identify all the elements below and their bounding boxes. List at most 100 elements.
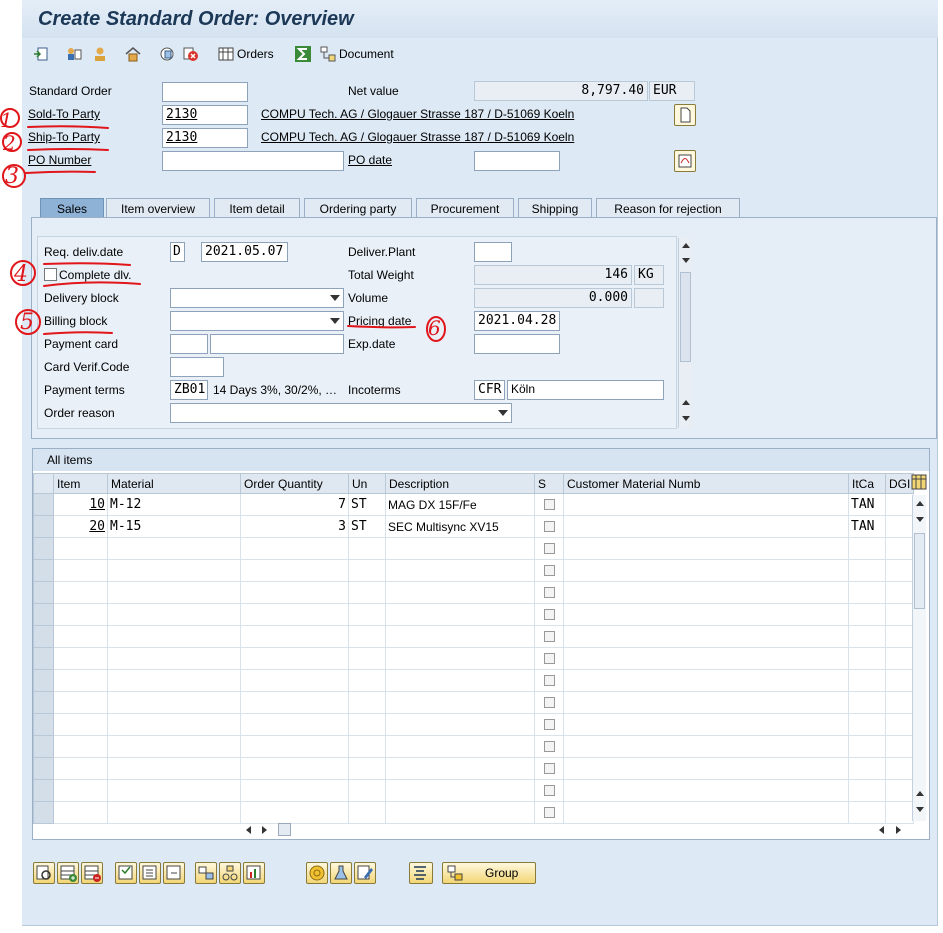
material-cell[interactable] — [107, 625, 241, 648]
dgi-cell[interactable] — [884, 713, 915, 736]
material-cell[interactable]: M-12 — [107, 493, 241, 516]
schedule-lines-button[interactable] — [243, 862, 265, 884]
select-block-button[interactable] — [139, 862, 161, 884]
customer-material-cell[interactable] — [563, 559, 849, 582]
description-cell[interactable] — [385, 779, 535, 802]
items-scrollbar[interactable] — [912, 495, 926, 821]
dgi-cell[interactable] — [884, 669, 915, 692]
customer-material-cell[interactable] — [563, 647, 849, 670]
un-cell[interactable] — [348, 625, 386, 648]
status-checkbox[interactable] — [543, 565, 555, 576]
itca-cell[interactable] — [848, 647, 886, 670]
quantity-cell[interactable] — [240, 713, 349, 736]
availability-button[interactable] — [330, 862, 352, 884]
dgi-cell[interactable] — [884, 625, 915, 648]
scroll-right-icon[interactable] — [896, 826, 901, 834]
row-selector[interactable] — [33, 625, 54, 648]
status-checkbox[interactable] — [543, 785, 555, 796]
item-cell[interactable] — [53, 713, 108, 736]
column-settings-icon[interactable] — [911, 474, 927, 490]
customer-material-cell[interactable] — [563, 493, 849, 516]
itca-cell[interactable] — [848, 779, 886, 802]
row-selector[interactable] — [33, 801, 54, 824]
description-cell[interactable] — [385, 559, 535, 582]
itca-cell[interactable]: TAN — [848, 493, 886, 516]
col-un[interactable]: Un — [348, 473, 386, 494]
customer-material-cell[interactable] — [563, 625, 849, 648]
table-row[interactable]: 20 M-15 3 ST SEC Multisync XV15 TAN — [33, 515, 915, 538]
status-checkbox[interactable] — [543, 741, 555, 752]
quantity-cell[interactable] — [240, 691, 349, 714]
un-cell[interactable] — [348, 647, 386, 670]
table-row[interactable] — [33, 581, 915, 604]
quantity-cell[interactable] — [240, 625, 349, 648]
item-cell[interactable] — [53, 779, 108, 802]
un-cell[interactable] — [348, 713, 386, 736]
description-cell[interactable] — [385, 691, 535, 714]
delete-icon[interactable] — [182, 44, 198, 64]
customer-material-cell[interactable] — [563, 603, 849, 626]
status-checkbox[interactable] — [543, 587, 555, 598]
row-selector[interactable] — [33, 581, 54, 604]
status-cell[interactable] — [534, 801, 564, 824]
dgi-cell[interactable] — [884, 603, 915, 626]
row-selector[interactable] — [33, 779, 54, 802]
un-cell[interactable] — [348, 779, 386, 802]
dgi-cell[interactable] — [884, 493, 915, 516]
un-cell[interactable] — [348, 691, 386, 714]
customer-material-cell[interactable] — [563, 669, 849, 692]
description-cell[interactable] — [385, 581, 535, 604]
table-row[interactable] — [33, 757, 915, 780]
quantity-cell[interactable] — [240, 779, 349, 802]
description-cell[interactable] — [385, 603, 535, 626]
dgi-cell[interactable] — [884, 757, 915, 780]
home-icon[interactable] — [125, 44, 141, 64]
table-row[interactable] — [33, 801, 915, 824]
payment-terms-field[interactable]: ZB01 — [170, 380, 208, 400]
table-row[interactable] — [33, 735, 915, 758]
material-cell[interactable] — [107, 603, 241, 626]
row-selector[interactable] — [33, 713, 54, 736]
status-cell[interactable] — [534, 757, 564, 780]
standard-order-field[interactable] — [162, 82, 248, 102]
col-itca[interactable]: ItCa — [848, 473, 886, 494]
scroll-down-icon[interactable] — [916, 517, 924, 522]
quantity-cell[interactable] — [240, 559, 349, 582]
dgi-cell[interactable] — [884, 559, 915, 582]
order-reason-dropdown[interactable] — [170, 403, 512, 423]
status-checkbox[interactable] — [543, 675, 555, 686]
description-cell[interactable] — [385, 647, 535, 670]
edit-button[interactable] — [354, 862, 376, 884]
customer-material-cell[interactable] — [563, 757, 849, 780]
dgi-cell[interactable] — [884, 647, 915, 670]
customer-material-cell[interactable] — [563, 779, 849, 802]
configuration-button[interactable] — [195, 862, 217, 884]
material-cell[interactable] — [107, 559, 241, 582]
quantity-cell[interactable]: 7 — [240, 493, 349, 516]
item-cell[interactable] — [53, 801, 108, 824]
document-button[interactable]: Document — [320, 44, 394, 64]
table-row[interactable] — [33, 625, 915, 648]
dgi-cell[interactable] — [884, 537, 915, 560]
status-checkbox[interactable] — [543, 631, 555, 642]
structure-button[interactable] — [219, 862, 241, 884]
incoterms-field[interactable]: CFR — [474, 380, 505, 400]
description-cell[interactable] — [385, 625, 535, 648]
table-row[interactable] — [33, 669, 915, 692]
status-cell[interactable] — [534, 493, 564, 516]
un-cell[interactable]: ST — [348, 493, 386, 516]
row-selector[interactable] — [33, 669, 54, 692]
status-cell[interactable] — [534, 581, 564, 604]
row-selector-header[interactable] — [33, 473, 54, 494]
un-cell[interactable] — [348, 537, 386, 560]
orders-button[interactable]: Orders — [218, 44, 274, 64]
incoterms-place-field[interactable]: Köln — [507, 380, 664, 400]
status-checkbox[interactable] — [543, 719, 555, 730]
status-cell[interactable] — [534, 779, 564, 802]
dgi-cell[interactable] — [884, 801, 915, 824]
table-row[interactable] — [33, 691, 915, 714]
row-selector[interactable] — [33, 757, 54, 780]
material-cell[interactable] — [107, 801, 241, 824]
un-cell[interactable] — [348, 801, 386, 824]
description-cell[interactable] — [385, 735, 535, 758]
